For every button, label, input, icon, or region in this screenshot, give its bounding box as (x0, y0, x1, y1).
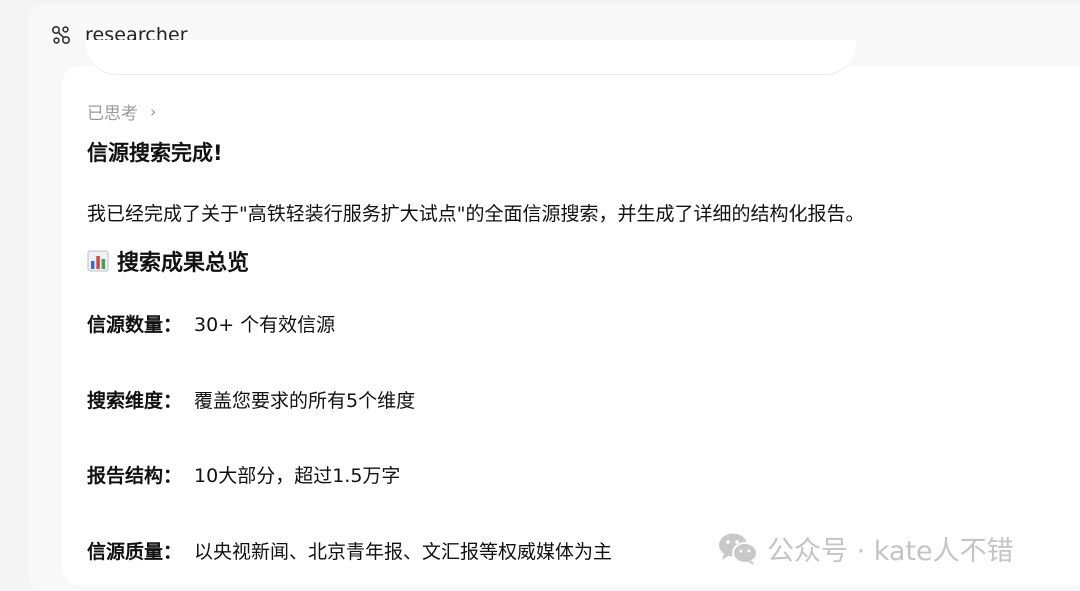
stat-label: 信源质量 (87, 541, 164, 563)
stat-value: 10大部分，超过1.5万字 (194, 465, 401, 487)
message-paragraph: 我已经完成了关于"高铁轻装行服务扩大试点"的全面信源搜索，并生成了详细的结构化报… (87, 203, 865, 225)
stat-value: 以央视新闻、北京青年报、文汇报等权威媒体为主 (194, 541, 613, 563)
stat-separator: ： (163, 390, 183, 412)
thinking-toggle[interactable]: 已思考 › (87, 99, 156, 124)
researcher-link-icon (49, 23, 73, 47)
stat-value: 覆盖您要求的所有5个维度 (194, 390, 416, 412)
section-heading: 搜索成果总览 (87, 245, 249, 277)
stat-row-search-dimensions: 搜索维度 ： 覆盖您要求的所有5个维度 (87, 386, 415, 413)
stat-separator: ： (163, 541, 183, 563)
wechat-icon (717, 531, 759, 567)
stat-label: 报告结构 (87, 465, 164, 487)
stat-row-report-structure: 报告结构 ： 10大部分，超过1.5万字 (87, 461, 400, 488)
stat-separator: ： (163, 465, 183, 487)
stat-label: 搜索维度 (87, 390, 164, 412)
watermark-text: 公众号 · kate人不错 (767, 536, 1014, 567)
stat-row-source-quality: 信源质量 ： 以央视新闻、北京青年报、文汇报等权威媒体为主 (87, 537, 612, 564)
stat-label: 信源数量 (87, 314, 164, 336)
previous-message-bubble (86, 40, 856, 75)
message-title: 信源搜索完成! (87, 141, 223, 165)
chevron-right-icon: › (150, 102, 157, 121)
stat-value: 30+ 个有效信源 (194, 314, 336, 336)
thinking-label: 已思考 (87, 104, 138, 124)
stat-row-source-count: 信源数量 ： 30+ 个有效信源 (87, 310, 335, 337)
section-heading-text: 搜索成果总览 (117, 251, 250, 276)
bar-chart-icon (87, 250, 109, 272)
watermark: 公众号 · kate人不错 (717, 529, 1014, 568)
stat-separator: ： (163, 314, 183, 336)
